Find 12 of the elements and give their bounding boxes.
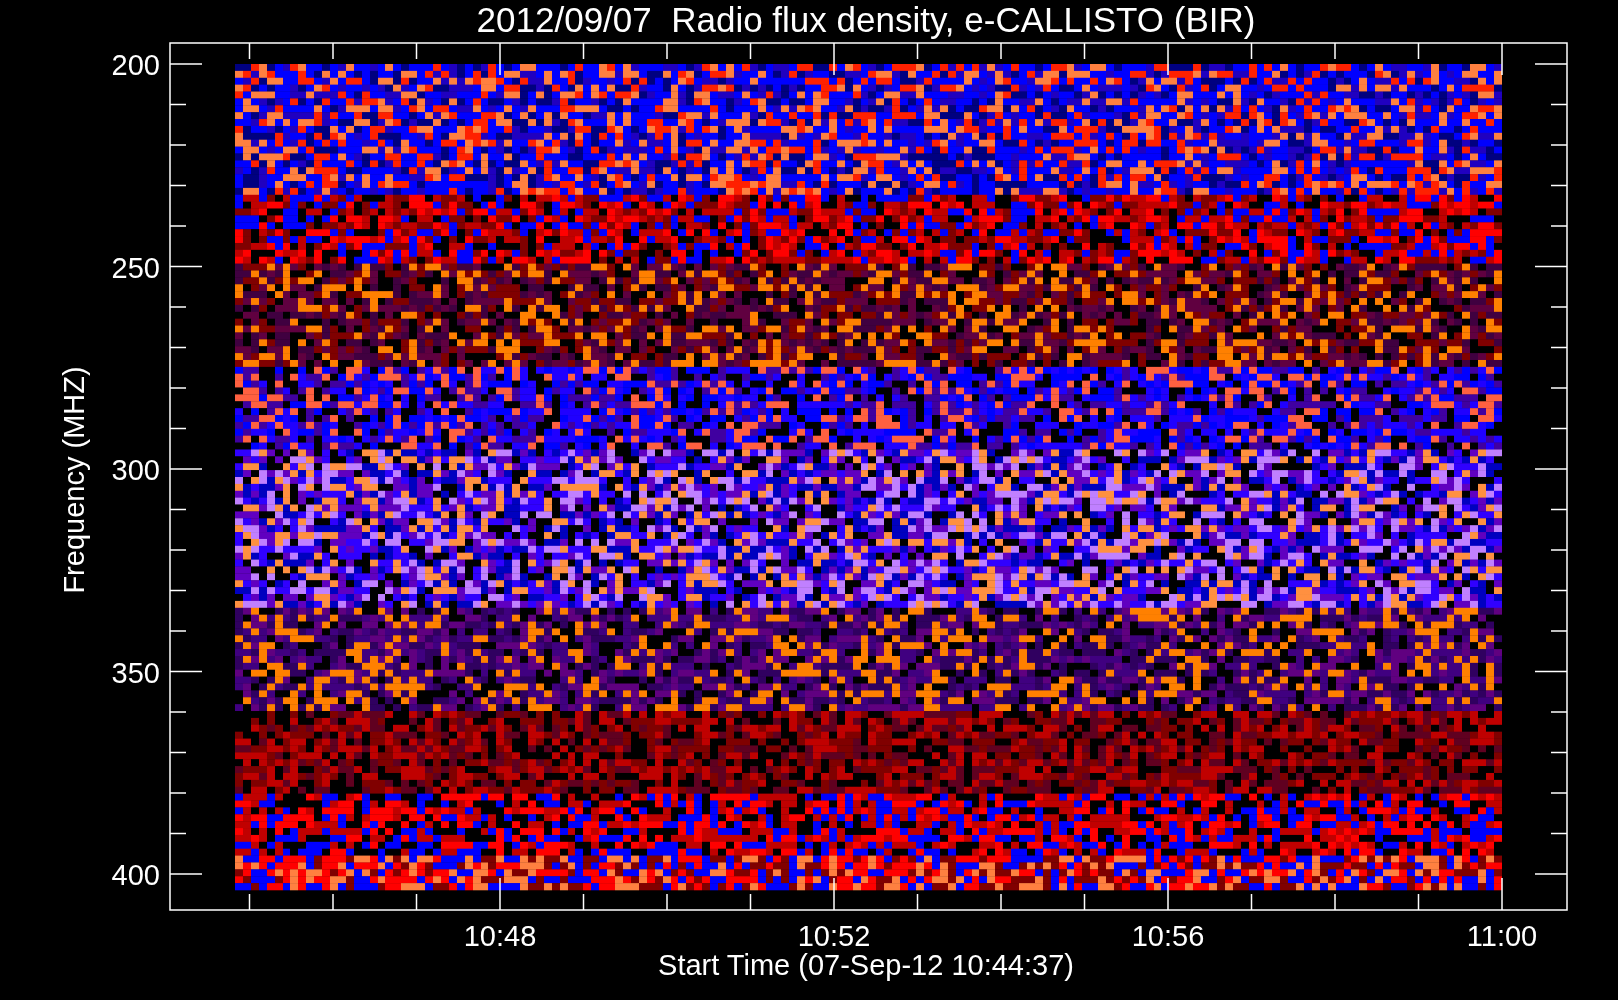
x-tick-label: 10:56 bbox=[1131, 920, 1205, 952]
y-tick-label: 200 bbox=[111, 49, 160, 81]
x-tick-label: 10:48 bbox=[463, 920, 537, 952]
y-tick-label: 400 bbox=[111, 859, 160, 891]
x-tick-label: 11:00 bbox=[1466, 920, 1538, 952]
y-tick-label: 300 bbox=[111, 454, 160, 486]
y-axis-label: Frequency (MHZ) bbox=[58, 366, 90, 594]
y-tick-label: 250 bbox=[111, 251, 160, 284]
chart-title: 2012/09/07 Radio flux density, e-CALLISTO (BIR) bbox=[476, 0, 1256, 39]
x-axis-label: Start Time (07-Sep-12 10:44:37) bbox=[658, 949, 1074, 981]
y-tick-label: 350 bbox=[111, 656, 160, 689]
x-tick-label: 10:52 bbox=[797, 920, 871, 952]
